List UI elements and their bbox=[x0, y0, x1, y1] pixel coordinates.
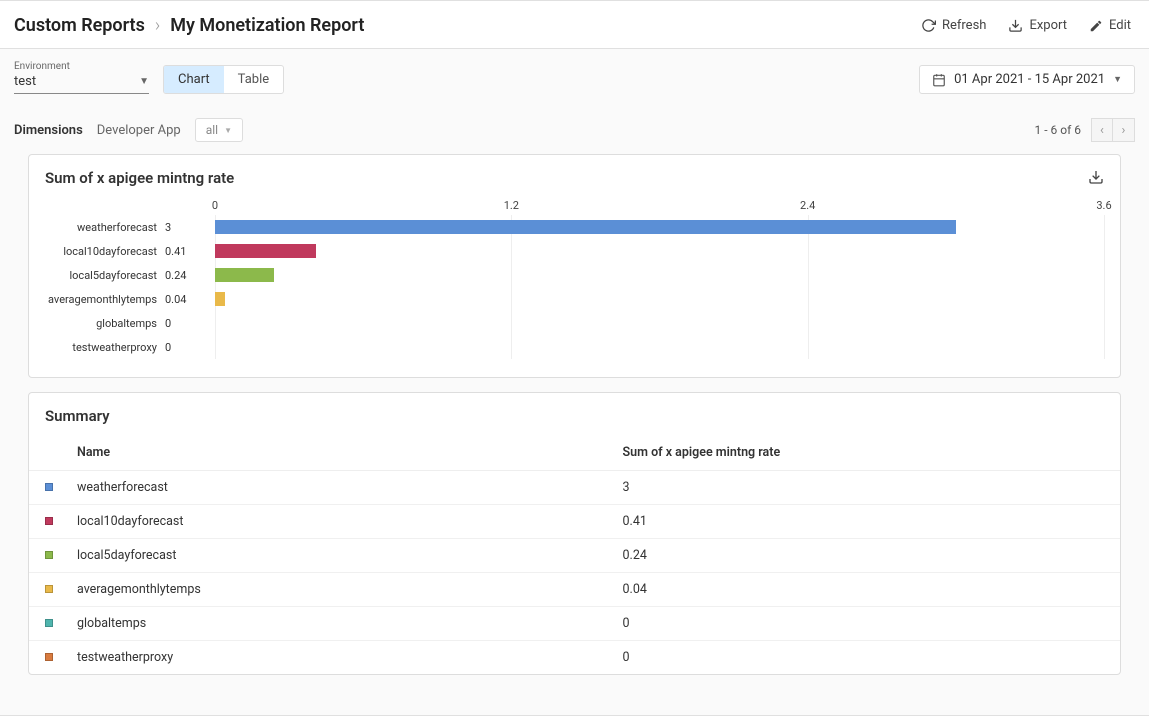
summary-name: globaltemps bbox=[69, 607, 615, 641]
chart-row: globaltemps0 bbox=[45, 311, 1104, 335]
chart-category: weatherforecast bbox=[45, 221, 165, 234]
chart-value-label: 0 bbox=[165, 317, 207, 330]
dimension-name: Developer App bbox=[97, 123, 181, 138]
chevron-right-icon: › bbox=[155, 15, 160, 36]
chevron-left-icon: ‹ bbox=[1100, 123, 1104, 138]
chart-value-label: 0.41 bbox=[165, 245, 207, 258]
chart-value-label: 3 bbox=[165, 221, 207, 234]
chart-row: weatherforecast3 bbox=[45, 215, 1104, 239]
axis-tick: 1.2 bbox=[504, 199, 519, 212]
environment-label: Environment bbox=[14, 61, 149, 72]
breadcrumb-root[interactable]: Custom Reports bbox=[14, 15, 145, 36]
summary-name: local10dayforecast bbox=[69, 505, 615, 539]
summary-value: 0.24 bbox=[615, 539, 1121, 573]
summary-value: 0.41 bbox=[615, 505, 1121, 539]
refresh-icon bbox=[921, 18, 936, 33]
chart-row: local5dayforecast0.24 bbox=[45, 263, 1104, 287]
chart-bar bbox=[215, 292, 225, 306]
chart-value-label: 0.04 bbox=[165, 293, 207, 306]
chart-category: globaltemps bbox=[45, 317, 165, 330]
summary-card: Summary Name Sum of x apigee mintng rate… bbox=[28, 392, 1121, 675]
table-row: globaltemps0 bbox=[29, 607, 1120, 641]
calendar-icon bbox=[932, 73, 946, 87]
series-swatch bbox=[45, 585, 53, 593]
summary-value: 0 bbox=[615, 641, 1121, 675]
table-row: local5dayforecast0.24 bbox=[29, 539, 1120, 573]
summary-name: weatherforecast bbox=[69, 471, 615, 505]
chart-value-label: 0 bbox=[165, 341, 207, 354]
chart-title: Sum of x apigee mintng rate bbox=[45, 169, 234, 189]
series-swatch bbox=[45, 619, 53, 627]
pencil-icon bbox=[1089, 19, 1103, 33]
summary-table: Name Sum of x apigee mintng rate weather… bbox=[29, 435, 1120, 674]
breadcrumb: Custom Reports › My Monetization Report bbox=[14, 15, 364, 36]
chart-category: local10dayforecast bbox=[45, 245, 165, 258]
dimension-filter-dropdown[interactable]: all ▼ bbox=[195, 118, 243, 142]
table-row: testweatherproxy0 bbox=[29, 641, 1120, 675]
table-row: local10dayforecast0.41 bbox=[29, 505, 1120, 539]
caret-down-icon: ▼ bbox=[1113, 74, 1122, 85]
summary-title: Summary bbox=[45, 407, 1120, 425]
table-row: averagemonthlytemps0.04 bbox=[29, 573, 1120, 607]
view-toggle: Chart Table bbox=[163, 65, 284, 94]
edit-label: Edit bbox=[1109, 18, 1131, 33]
chart-row: averagemonthlytemps0.04 bbox=[45, 287, 1104, 311]
date-range-picker[interactable]: 01 Apr 2021 - 15 Apr 2021 ▼ bbox=[919, 65, 1135, 94]
summary-name: averagemonthlytemps bbox=[69, 573, 615, 607]
tab-chart[interactable]: Chart bbox=[164, 66, 224, 93]
series-swatch bbox=[45, 653, 53, 661]
chart-bar bbox=[215, 244, 316, 258]
axis-tick: 2.4 bbox=[800, 199, 815, 212]
chart-bar bbox=[215, 268, 274, 282]
summary-name: testweatherproxy bbox=[69, 641, 615, 675]
summary-col-metric: Sum of x apigee mintng rate bbox=[615, 435, 1121, 471]
chart-row: testweatherproxy0 bbox=[45, 335, 1104, 359]
dimension-filter-value: all bbox=[206, 123, 218, 137]
pager-info: 1 - 6 of 6 bbox=[1035, 123, 1081, 137]
chevron-right-icon: › bbox=[1122, 123, 1126, 138]
series-swatch bbox=[45, 517, 53, 525]
pager-next-button[interactable]: › bbox=[1113, 118, 1135, 142]
refresh-button[interactable]: Refresh bbox=[921, 18, 986, 33]
edit-button[interactable]: Edit bbox=[1089, 18, 1131, 33]
summary-value: 0 bbox=[615, 607, 1121, 641]
chart-card: Sum of x apigee mintng rate 0 1.2 2.4 3.6 w… bbox=[28, 154, 1121, 378]
page-title: My Monetization Report bbox=[170, 15, 364, 36]
caret-down-icon: ▼ bbox=[224, 126, 232, 135]
refresh-label: Refresh bbox=[942, 18, 986, 33]
axis-tick: 3.6 bbox=[1096, 199, 1111, 212]
export-label: Export bbox=[1029, 18, 1067, 33]
series-swatch bbox=[45, 551, 53, 559]
axis-tick: 0 bbox=[212, 199, 218, 212]
environment-value: test bbox=[14, 74, 36, 89]
chart-row: local10dayforecast0.41 bbox=[45, 239, 1104, 263]
caret-down-icon: ▼ bbox=[139, 76, 149, 87]
chart-bar bbox=[215, 220, 956, 234]
series-swatch bbox=[45, 483, 53, 491]
summary-value: 3 bbox=[615, 471, 1121, 505]
tab-table[interactable]: Table bbox=[224, 66, 283, 93]
download-icon bbox=[1008, 18, 1023, 33]
environment-select[interactable]: test ▼ bbox=[14, 72, 149, 94]
summary-col-name: Name bbox=[69, 435, 615, 471]
chart-category: averagemonthlytemps bbox=[45, 293, 165, 306]
table-row: weatherforecast3 bbox=[29, 471, 1120, 505]
chart-category: testweatherproxy bbox=[45, 341, 165, 354]
pager-prev-button[interactable]: ‹ bbox=[1091, 118, 1113, 142]
dimensions-label: Dimensions bbox=[14, 123, 83, 138]
date-range-text: 01 Apr 2021 - 15 Apr 2021 bbox=[954, 72, 1105, 87]
chart-category: local5dayforecast bbox=[45, 269, 165, 282]
summary-name: local5dayforecast bbox=[69, 539, 615, 573]
export-button[interactable]: Export bbox=[1008, 18, 1067, 33]
chart-value-label: 0.24 bbox=[165, 269, 207, 282]
summary-value: 0.04 bbox=[615, 573, 1121, 607]
chart-download-button[interactable] bbox=[1088, 169, 1104, 189]
